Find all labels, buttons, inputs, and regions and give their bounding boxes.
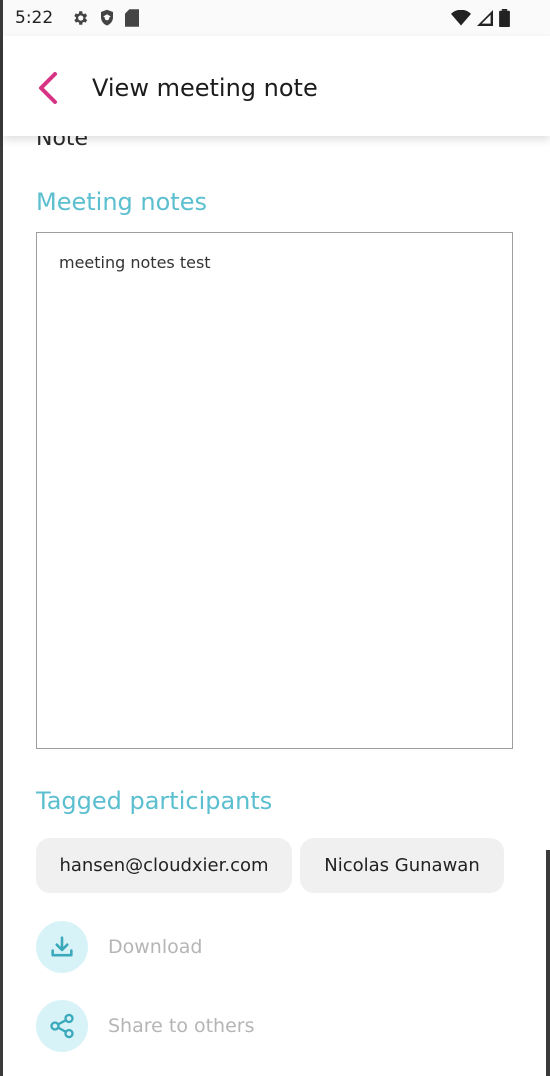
- meeting-notes-content: meeting notes test: [59, 253, 211, 272]
- meeting-notes-box: meeting notes test: [36, 232, 513, 749]
- download-button[interactable]: Download: [36, 921, 202, 973]
- back-button[interactable]: [33, 70, 67, 106]
- signal-icon: [477, 10, 493, 30]
- shield-icon: [99, 9, 115, 31]
- status-icons-right: [451, 9, 510, 31]
- chevron-left-icon: [33, 72, 67, 110]
- tagged-participants-heading: Tagged participants: [36, 787, 273, 815]
- share-icon: [36, 1000, 88, 1052]
- download-icon: [36, 921, 88, 973]
- status-time: 5:22: [15, 8, 54, 28]
- status-icons-left: [71, 9, 139, 31]
- download-label: Download: [108, 936, 203, 958]
- participant-chip-label: Nicolas Gunawan: [324, 855, 480, 876]
- wifi-icon: [451, 9, 471, 30]
- share-label: Share to others: [108, 1015, 255, 1037]
- device-frame-left: [0, 0, 3, 1076]
- page-title: View meeting note: [92, 74, 318, 102]
- app-bar: View meeting note: [3, 36, 550, 136]
- share-button[interactable]: Share to others: [36, 1000, 255, 1052]
- settings-icon: [71, 9, 89, 31]
- status-bar: 5:22: [3, 0, 550, 36]
- device-frame-right: [546, 850, 550, 1076]
- participant-chip[interactable]: Nicolas Gunawan: [300, 838, 504, 893]
- participant-chip-label: hansen@cloudxier.com: [59, 855, 269, 876]
- meeting-notes-heading: Meeting notes: [36, 188, 207, 216]
- participant-chip[interactable]: hansen@cloudxier.com: [36, 838, 292, 893]
- battery-icon: [499, 9, 510, 31]
- sd-card-icon: [125, 9, 139, 31]
